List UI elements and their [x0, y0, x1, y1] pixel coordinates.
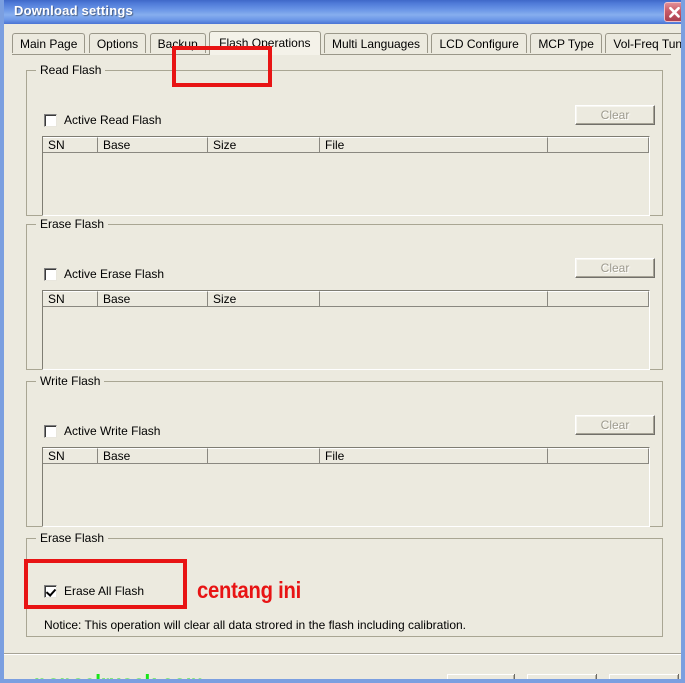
column-header-blank[interactable] [548, 137, 649, 153]
table-header-row: SN Base Size File [43, 137, 649, 153]
cancel-button[interactable]: Cancel [526, 673, 598, 679]
column-header-file[interactable]: File [320, 448, 548, 464]
table-header-row: SN Base File [43, 448, 649, 464]
column-header-sn[interactable]: SN [43, 291, 98, 307]
tab-underline [12, 54, 671, 55]
column-header-blank1[interactable] [320, 291, 548, 307]
column-header-size[interactable]: Size [208, 137, 320, 153]
watermark-text: ponselrusak.com [34, 670, 205, 679]
packet-button[interactable]: Packet [608, 673, 680, 679]
checkbox-box[interactable] [44, 267, 57, 281]
tab-lcd-configure[interactable]: LCD Configure [431, 33, 527, 53]
tab-strip: Main Page Options Backup Flash Operation… [12, 31, 681, 55]
checkbox-active-read-flash[interactable]: Active Read Flash [44, 113, 161, 127]
clear-button-read-flash[interactable]: Clear [575, 105, 655, 125]
erase-all-notice-text: Notice: This operation will clear all da… [44, 618, 466, 632]
column-header-blank[interactable] [208, 448, 320, 464]
group-read-flash-title: Read Flash [36, 63, 106, 77]
checkbox-active-erase-flash[interactable]: Active Erase Flash [44, 267, 164, 281]
clear-button-write-flash[interactable]: Clear [575, 415, 655, 435]
ok-button[interactable]: OK [446, 673, 516, 679]
column-header-sn[interactable]: SN [43, 137, 98, 153]
column-header-base[interactable]: Base [98, 291, 208, 307]
table-erase-flash[interactable]: SN Base Size [42, 290, 650, 370]
checkbox-label: Active Write Flash [64, 424, 161, 438]
group-erase-flash-title: Erase Flash [36, 217, 109, 231]
checkbox-erase-all-flash[interactable]: Erase All Flash [44, 584, 144, 598]
tab-mcp-type[interactable]: MCP Type [530, 33, 602, 53]
checkbox-label: Active Read Flash [64, 113, 162, 127]
group-write-flash-title: Write Flash [36, 374, 105, 388]
tab-main-page[interactable]: Main Page [12, 33, 86, 53]
checkbox-box[interactable] [44, 424, 57, 438]
window-title: Download settings [14, 3, 133, 18]
download-settings-window: Download settings Main Page Options Back… [0, 0, 685, 683]
table-write-flash[interactable]: SN Base File [42, 447, 650, 527]
column-header-blank2[interactable] [548, 291, 649, 307]
close-icon[interactable] [664, 2, 681, 22]
table-body-write-flash [43, 464, 649, 526]
tab-options[interactable]: Options [88, 33, 147, 53]
annotation-centang-ini-text: centang ini [197, 577, 301, 603]
checkbox-label: Erase All Flash [64, 584, 145, 598]
tab-flash-operations[interactable]: Flash Operations [209, 31, 321, 55]
clear-button-erase-flash[interactable]: Clear [575, 258, 655, 278]
checkbox-label: Active Erase Flash [64, 267, 165, 281]
checkbox-active-write-flash[interactable]: Active Write Flash [44, 424, 160, 438]
title-bar[interactable]: Download settings [4, 0, 681, 24]
tab-vol-freq-tunning[interactable]: Vol-Freq Tunning [605, 33, 681, 53]
client-area: Main Page Options Backup Flash Operation… [4, 24, 681, 679]
column-header-blank2[interactable] [548, 448, 649, 464]
column-header-size[interactable]: Size [208, 291, 320, 307]
table-body-read-flash [43, 153, 649, 215]
table-body-erase-flash [43, 307, 649, 369]
footer-separator [4, 653, 681, 655]
checkbox-box[interactable] [44, 113, 57, 127]
column-header-base[interactable]: Base [98, 448, 208, 464]
tab-backup[interactable]: Backup [149, 33, 206, 53]
tab-multi-languages[interactable]: Multi Languages [323, 33, 429, 53]
group-erase-all-flash-title: Erase Flash [36, 531, 109, 545]
table-read-flash[interactable]: SN Base Size File [42, 136, 650, 216]
checkbox-box[interactable] [44, 584, 57, 598]
table-header-row: SN Base Size [43, 291, 649, 307]
column-header-base[interactable]: Base [98, 137, 208, 153]
column-header-file[interactable]: File [320, 137, 548, 153]
column-header-sn[interactable]: SN [43, 448, 98, 464]
